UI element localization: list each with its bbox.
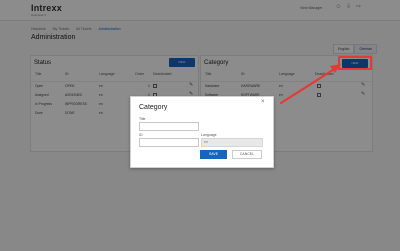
- annotation-arrow: [279, 64, 341, 105]
